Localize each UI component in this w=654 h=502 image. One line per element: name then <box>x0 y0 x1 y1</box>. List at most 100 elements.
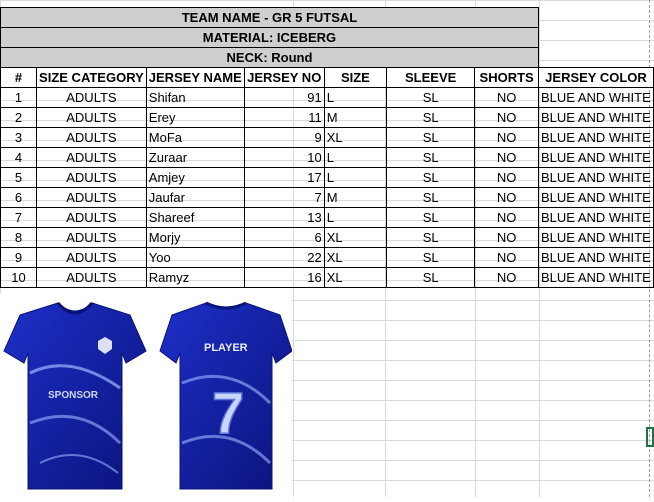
row-number-cell[interactable]: 2 <box>0 107 38 128</box>
sleeve-cell[interactable]: SL <box>386 227 476 248</box>
order-table: TEAM NAME - GR 5 FUTSAL MATERIAL: ICEBER… <box>0 7 654 288</box>
jersey-number-cell[interactable]: 22 <box>243 247 325 268</box>
jersey-number-cell[interactable]: 10 <box>243 147 325 168</box>
jersey-name-cell[interactable]: Amjey <box>145 167 245 188</box>
size-category-cell[interactable]: ADULTS <box>36 207 147 228</box>
row-number-cell[interactable]: 10 <box>0 267 38 288</box>
jersey-color-cell[interactable]: BLUE AND WHITE <box>537 127 654 148</box>
column-header[interactable]: SLEEVE <box>386 67 476 88</box>
column-header[interactable]: JERSEY COLOR <box>537 67 654 88</box>
jersey-color-cell[interactable]: BLUE AND WHITE <box>537 267 654 288</box>
selected-cell-indicator[interactable] <box>646 427 654 447</box>
size-cell[interactable]: M <box>323 187 388 208</box>
jersey-name-cell[interactable]: Erey <box>145 107 245 128</box>
row-number-cell[interactable]: 7 <box>0 207 38 228</box>
size-cell[interactable]: XL <box>323 127 388 148</box>
size-category-cell[interactable]: ADULTS <box>36 247 147 268</box>
neck-cell[interactable]: NECK: Round <box>0 47 539 68</box>
column-header[interactable]: SHORTS <box>474 67 539 88</box>
jersey-name-cell[interactable]: Jaufar <box>145 187 245 208</box>
sleeve-cell[interactable]: SL <box>386 107 476 128</box>
jersey-color-cell[interactable]: BLUE AND WHITE <box>537 107 654 128</box>
shorts-cell[interactable]: NO <box>474 107 539 128</box>
size-category-cell[interactable]: ADULTS <box>36 127 147 148</box>
shorts-cell[interactable]: NO <box>474 87 539 108</box>
jersey-number-cell[interactable]: 11 <box>243 107 325 128</box>
team-name-cell[interactable]: TEAM NAME - GR 5 FUTSAL <box>0 7 539 28</box>
shorts-cell[interactable]: NO <box>474 207 539 228</box>
size-cell[interactable]: L <box>323 147 388 168</box>
size-cell[interactable]: L <box>323 167 388 188</box>
jersey-number-cell[interactable]: 91 <box>243 87 325 108</box>
empty-cell[interactable] <box>538 48 653 68</box>
sleeve-cell[interactable]: SL <box>386 187 476 208</box>
table-row: 10 ADULTS Ramyz 16 XL SL NO BLUE AND WHITE <box>0 267 654 288</box>
shorts-cell[interactable]: NO <box>474 167 539 188</box>
column-header[interactable]: SIZE <box>323 67 388 88</box>
jersey-name-cell[interactable]: Zuraar <box>145 147 245 168</box>
jersey-name-cell[interactable]: Shifan <box>145 87 245 108</box>
sleeve-cell[interactable]: SL <box>386 207 476 228</box>
jersey-color-cell[interactable]: BLUE AND WHITE <box>537 247 654 268</box>
size-category-cell[interactable]: ADULTS <box>36 187 147 208</box>
jersey-front: SPONSOR <box>3 301 147 490</box>
shorts-cell[interactable]: NO <box>474 147 539 168</box>
jersey-name-cell[interactable]: Yoo <box>145 247 245 268</box>
sleeve-cell[interactable]: SL <box>386 267 476 288</box>
size-category-cell[interactable]: ADULTS <box>36 147 147 168</box>
row-number-cell[interactable]: 1 <box>0 87 38 108</box>
sleeve-cell[interactable]: SL <box>386 167 476 188</box>
jersey-name-cell[interactable]: Shareef <box>145 207 245 228</box>
jersey-number-cell[interactable]: 17 <box>243 167 325 188</box>
jersey-name-cell[interactable]: Ramyz <box>145 267 245 288</box>
size-category-cell[interactable]: ADULTS <box>36 107 147 128</box>
row-number-cell[interactable]: 3 <box>0 127 38 148</box>
row-number-cell[interactable]: 8 <box>0 227 38 248</box>
jersey-number-cell[interactable]: 6 <box>243 227 325 248</box>
jersey-name-cell[interactable]: Morjy <box>145 227 245 248</box>
sleeve-cell[interactable]: SL <box>386 247 476 268</box>
size-category-cell[interactable]: ADULTS <box>36 167 147 188</box>
row-number-cell[interactable]: 9 <box>0 247 38 268</box>
row-number-cell[interactable]: 5 <box>0 167 38 188</box>
size-category-cell[interactable]: ADULTS <box>36 87 147 108</box>
jersey-name-cell[interactable]: MoFa <box>145 127 245 148</box>
jersey-color-cell[interactable]: BLUE AND WHITE <box>537 187 654 208</box>
jersey-number-cell[interactable]: 16 <box>243 267 325 288</box>
shorts-cell[interactable]: NO <box>474 127 539 148</box>
column-header[interactable]: # <box>0 67 38 88</box>
jersey-number-cell[interactable]: 7 <box>243 187 325 208</box>
sleeve-cell[interactable]: SL <box>386 127 476 148</box>
sponsor-label: SPONSOR <box>48 390 99 401</box>
size-cell[interactable]: XL <box>323 227 388 248</box>
jersey-color-cell[interactable]: BLUE AND WHITE <box>537 227 654 248</box>
row-number-cell[interactable]: 6 <box>0 187 38 208</box>
size-cell[interactable]: XL <box>323 247 388 268</box>
jersey-number-cell[interactable]: 9 <box>243 127 325 148</box>
sleeve-cell[interactable]: SL <box>386 147 476 168</box>
shorts-cell[interactable]: NO <box>474 227 539 248</box>
column-header[interactable]: JERSEY NAME <box>145 67 245 88</box>
empty-cell[interactable] <box>538 8 653 28</box>
row-number-cell[interactable]: 4 <box>0 147 38 168</box>
jersey-color-cell[interactable]: BLUE AND WHITE <box>537 167 654 188</box>
size-cell[interactable]: XL <box>323 267 388 288</box>
empty-cell[interactable] <box>538 28 653 48</box>
size-cell[interactable]: L <box>323 87 388 108</box>
size-category-cell[interactable]: ADULTS <box>36 267 147 288</box>
sleeve-cell[interactable]: SL <box>386 87 476 108</box>
size-cell[interactable]: L <box>323 207 388 228</box>
jersey-color-cell[interactable]: BLUE AND WHITE <box>537 147 654 168</box>
shorts-cell[interactable]: NO <box>474 267 539 288</box>
column-header[interactable]: JERSEY NO <box>243 67 325 88</box>
material-cell[interactable]: MATERIAL: ICEBERG <box>0 27 539 48</box>
jersey-number-cell[interactable]: 13 <box>243 207 325 228</box>
shorts-cell[interactable]: NO <box>474 247 539 268</box>
shorts-cell[interactable]: NO <box>474 187 539 208</box>
size-cell[interactable]: M <box>323 107 388 128</box>
jersey-color-cell[interactable]: BLUE AND WHITE <box>537 87 654 108</box>
column-header[interactable]: SIZE CATEGORY <box>36 67 147 88</box>
jersey-color-cell[interactable]: BLUE AND WHITE <box>537 207 654 228</box>
jersey-illustration: SPONSOR PLAYER 7 <box>3 301 293 490</box>
size-category-cell[interactable]: ADULTS <box>36 227 147 248</box>
